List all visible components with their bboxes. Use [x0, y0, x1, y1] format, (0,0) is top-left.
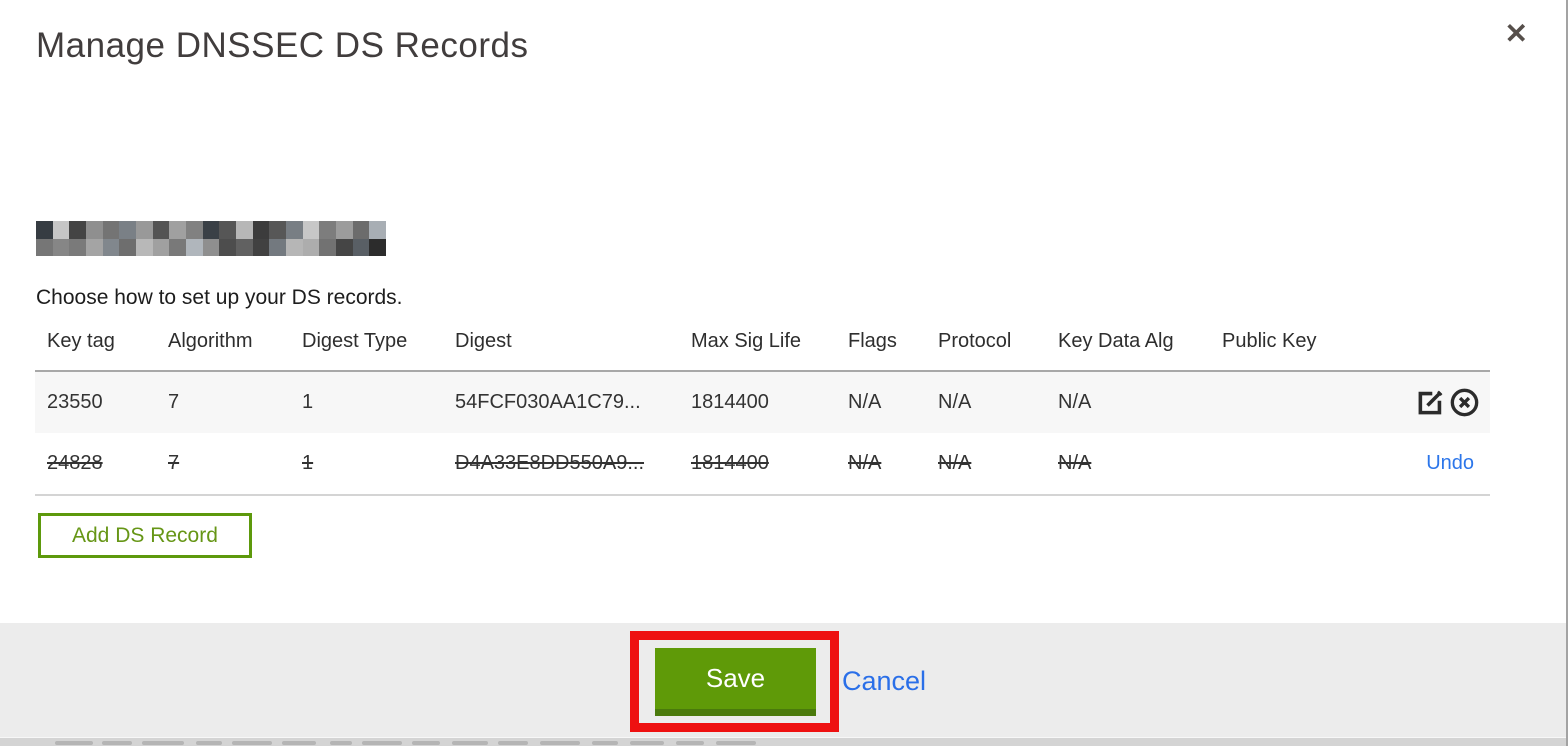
ds-record-row: 23550 7 1 54FCF030AA1C79... 1814400 N/A N/A N/A [35, 371, 1490, 433]
cell-key-tag: 23550 [47, 391, 103, 413]
cell-max-sig-life: 1814400 [691, 452, 769, 474]
cell-digest: D4A33E8DD550A9... [455, 452, 645, 474]
redacted-domain-name [36, 221, 386, 256]
cell-max-sig-life: 1814400 [691, 391, 769, 413]
cell-digest: 54FCF030AA1C79... [455, 391, 641, 413]
cell-algorithm: 7 [168, 391, 180, 413]
column-header: Key Data Alg [1058, 330, 1174, 352]
column-header: Flags [848, 330, 897, 352]
column-header-actions [1374, 330, 1490, 371]
column-header: Protocol [938, 330, 1012, 352]
table-header: Key tag Algorithm Digest Type Digest Max Sig… [35, 330, 1490, 371]
cell-digest-type: 1 [302, 452, 314, 474]
modal-footer: Save Cancel [0, 623, 1568, 737]
cell-flags: N/A [848, 452, 882, 474]
instruction-text: Choose how to set up your DS records. [36, 286, 403, 309]
modal-title: Manage DNSSEC DS Records [36, 26, 529, 65]
close-icon[interactable]: ✕ [1505, 20, 1528, 48]
cell-flags: N/A [848, 391, 882, 413]
cancel-link[interactable]: Cancel [842, 666, 926, 697]
save-button[interactable]: Save [655, 648, 816, 716]
cell-algorithm: 7 [168, 452, 180, 474]
column-header: Key tag [47, 330, 115, 352]
add-ds-record-button[interactable]: Add DS Record [38, 513, 252, 559]
column-header: Digest Type [302, 330, 408, 352]
dnssec-modal: Manage DNSSEC DS Records ✕ Choose how to… [0, 0, 1568, 623]
page-behind-modal [0, 737, 1568, 746]
cell-key-data-alg: N/A [1058, 391, 1092, 413]
undo-link[interactable]: Undo [1426, 452, 1480, 474]
column-header: Max Sig Life [691, 330, 802, 352]
column-header: Algorithm [168, 330, 253, 352]
column-header: Digest [455, 330, 512, 352]
ds-records-table: Key tag Algorithm Digest Type Digest Max Sig… [35, 330, 1490, 496]
cell-digest-type: 1 [302, 391, 314, 413]
cell-key-data-alg: N/A [1058, 452, 1092, 474]
cell-actions: Undo [1374, 433, 1490, 495]
edit-record-icon[interactable] [1415, 387, 1446, 418]
cell-protocol: N/A [938, 452, 972, 474]
ds-record-row: 24828 7 1 D4A33E8DD550A9... 1814400 N/A N/A N/A… [35, 433, 1490, 495]
cell-actions [1374, 371, 1490, 433]
cell-public-key [1210, 433, 1374, 495]
delete-record-icon[interactable] [1449, 387, 1480, 418]
cell-public-key [1210, 371, 1374, 433]
cell-protocol: N/A [938, 391, 972, 413]
column-header: Public Key [1222, 330, 1317, 352]
cell-key-tag: 24828 [47, 452, 103, 474]
